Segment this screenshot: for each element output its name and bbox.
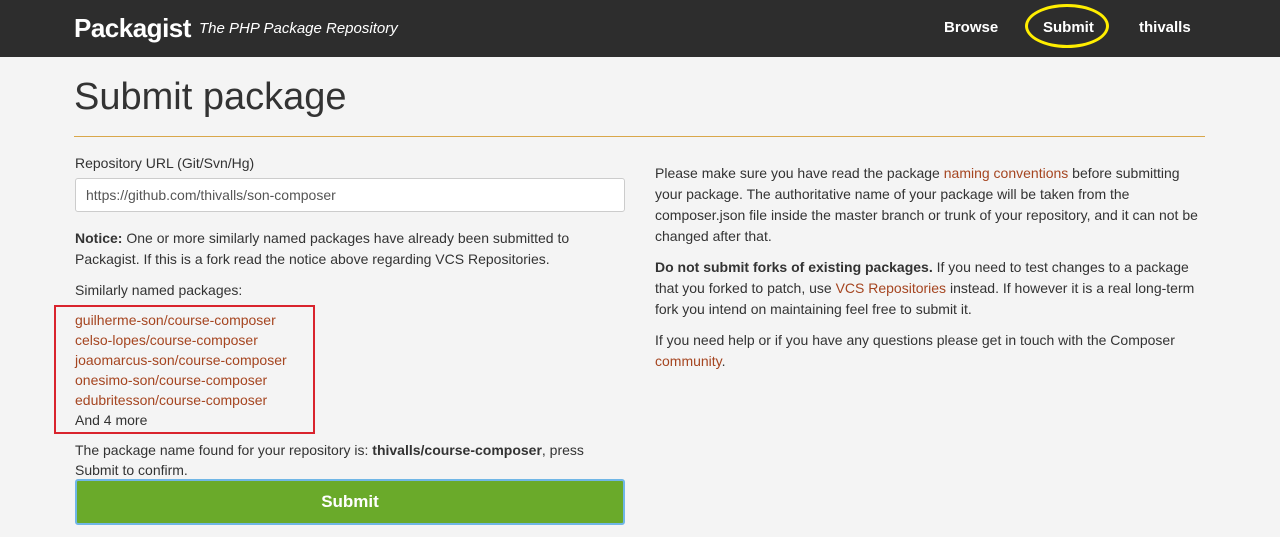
- list-item: joaomarcus-son/course-composer: [75, 350, 287, 370]
- found-prefix: The package name found for your reposito…: [75, 442, 373, 458]
- similar-package-link[interactable]: onesimo-son/course-composer: [75, 372, 267, 388]
- p2-strong: Do not submit forks of existing packages…: [655, 259, 933, 275]
- nav-user-link[interactable]: thivalls: [1139, 19, 1191, 36]
- repository-url-input[interactable]: [75, 178, 625, 212]
- p1-before: Please make sure you have read the packa…: [655, 165, 944, 181]
- similar-packages-label: Similarly named packages:: [75, 282, 243, 298]
- page-title: Submit package: [74, 76, 347, 118]
- brand-logo[interactable]: Packagist: [74, 13, 191, 44]
- naming-conventions-link[interactable]: naming conventions: [944, 165, 1069, 181]
- similar-package-link[interactable]: guilherme-son/course-composer: [75, 312, 276, 328]
- nav-browse-link[interactable]: Browse: [944, 19, 998, 36]
- p3-before: If you need help or if you have any ques…: [655, 332, 1175, 348]
- notice-strong: Notice:: [75, 230, 123, 246]
- repository-url-label: Repository URL (Git/Svn/Hg): [75, 155, 255, 171]
- list-item: onesimo-son/course-composer: [75, 370, 287, 390]
- similar-package-link[interactable]: celso-lopes/course-composer: [75, 332, 258, 348]
- more-packages-text: And 4 more: [75, 412, 148, 428]
- list-item: guilherme-son/course-composer: [75, 310, 287, 330]
- top-navbar: Packagist The PHP Package Repository Bro…: [0, 0, 1280, 57]
- nav-submit-link[interactable]: Submit: [1043, 19, 1094, 36]
- list-item: And 4 more: [75, 410, 287, 430]
- similar-packages-list: guilherme-son/course-composer celso-lope…: [75, 310, 287, 430]
- title-divider: [74, 136, 1205, 137]
- notice-text: One or more similarly named packages hav…: [75, 230, 570, 267]
- brand-tagline: The PHP Package Repository: [199, 20, 398, 37]
- list-item: edubritesson/course-composer: [75, 390, 287, 410]
- similar-package-link[interactable]: edubritesson/course-composer: [75, 392, 267, 408]
- p3-after: .: [721, 353, 726, 369]
- naming-conventions-paragraph: Please make sure you have read the packa…: [655, 163, 1210, 247]
- vcs-repositories-link[interactable]: VCS Repositories: [836, 280, 947, 296]
- community-link[interactable]: community: [655, 353, 722, 369]
- found-package-text: The package name found for your reposito…: [75, 440, 615, 480]
- similar-notice: Notice: One or more similarly named pack…: [75, 228, 615, 270]
- similar-package-link[interactable]: joaomarcus-son/course-composer: [75, 352, 287, 368]
- list-item: celso-lopes/course-composer: [75, 330, 287, 350]
- forks-paragraph: Do not submit forks of existing packages…: [655, 257, 1210, 320]
- found-package-name: thivalls/course-composer: [372, 442, 542, 458]
- submit-button[interactable]: Submit: [75, 479, 625, 525]
- help-paragraph: If you need help or if you have any ques…: [655, 330, 1210, 372]
